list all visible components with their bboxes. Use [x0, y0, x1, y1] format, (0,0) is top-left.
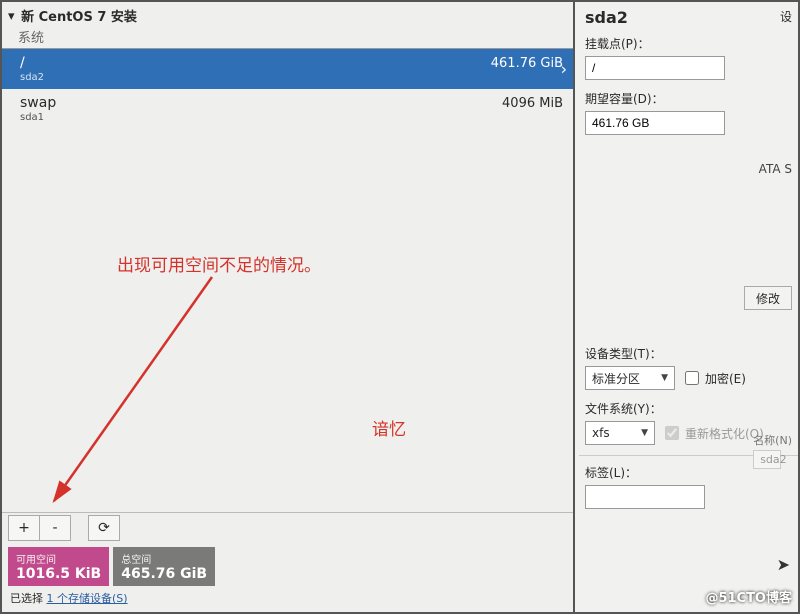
total-space-value: 465.76 GiB	[121, 566, 207, 582]
watermark: @51CTO博客	[705, 587, 792, 606]
filesystem-label: 文件系统(Y)：	[585, 400, 792, 417]
name-block: 名称(N) sda2	[753, 432, 792, 469]
mount-device: sda2	[20, 72, 563, 83]
red-arrow-annotation	[2, 129, 577, 509]
encrypt-checkbox[interactable]	[685, 371, 699, 385]
capacity-label: 期望容量(D)：	[585, 90, 792, 107]
tag-input[interactable]	[585, 485, 705, 509]
total-space-label: 总空间	[121, 551, 207, 566]
chevron-down-icon: ▼	[661, 373, 668, 383]
reformat-checkbox-row[interactable]: 重新格式化(O)	[665, 425, 764, 442]
modify-button[interactable]: 修改	[744, 286, 792, 310]
remove-button[interactable]: -	[39, 515, 71, 541]
cursor-icon: ➤	[777, 555, 790, 574]
available-space-value: 1016.5 KiB	[16, 566, 101, 582]
encrypt-checkbox-row[interactable]: 加密(E)	[685, 370, 746, 387]
storage-devices-link[interactable]: 1 个存储设备(S)	[47, 592, 128, 605]
device-info-extra: ATA S	[759, 162, 792, 176]
empty-area: 出现可用空间不足的情况。 谙忆	[2, 129, 573, 512]
available-space-box: 可用空间 1016.5 KiB	[8, 547, 109, 586]
mount-size: 4096 MiB	[502, 96, 563, 111]
mountpoint-label: 挂载点(P)：	[585, 35, 792, 52]
settings-truncated: 设	[780, 8, 792, 25]
mount-device: sda1	[20, 112, 563, 123]
mount-name: swap	[20, 95, 56, 111]
mount-toolbar: + - ⟳	[2, 512, 573, 543]
partition-title: sda2	[585, 8, 792, 27]
install-subtitle: 系统	[2, 27, 573, 48]
capacity-input[interactable]	[585, 111, 725, 135]
name-label: 名称(N)	[753, 432, 792, 448]
annotation-signature: 谙忆	[372, 415, 406, 440]
mount-name: /	[20, 55, 25, 71]
annotation-warning: 出现可用空间不足的情况。	[117, 251, 321, 276]
mount-row-root[interactable]: / 461.76 GiB sda2 ›	[2, 49, 573, 89]
chevron-down-icon: ▼	[641, 428, 648, 438]
name-value: sda2	[753, 450, 781, 469]
filesystem-select[interactable]: xfs ▼	[585, 421, 655, 445]
reformat-checkbox	[665, 426, 679, 440]
device-type-select[interactable]: 标准分区 ▼	[585, 366, 675, 390]
install-header: ▾ 新 CentOS 7 安装	[2, 2, 573, 27]
refresh-button[interactable]: ⟳	[88, 515, 120, 541]
device-type-label: 设备类型(T)：	[585, 345, 792, 362]
mount-list: / 461.76 GiB sda2 › swap 4096 MiB sda1	[2, 48, 573, 129]
available-space-label: 可用空间	[16, 551, 101, 566]
mount-row-swap[interactable]: swap 4096 MiB sda1	[2, 89, 573, 129]
mount-size: 461.76 GiB	[491, 56, 563, 71]
collapse-triangle-icon[interactable]: ▾	[8, 9, 15, 24]
install-title: 新 CentOS 7 安装	[21, 10, 137, 25]
add-button[interactable]: +	[8, 515, 40, 541]
mountpoint-input[interactable]	[585, 56, 725, 80]
chevron-right-icon: ›	[561, 60, 567, 79]
space-summary: 可用空间 1016.5 KiB 总空间 465.76 GiB	[2, 543, 573, 588]
total-space-box: 总空间 465.76 GiB	[113, 547, 215, 586]
storage-footer: 已选择 1 个存储设备(S)	[2, 588, 573, 612]
